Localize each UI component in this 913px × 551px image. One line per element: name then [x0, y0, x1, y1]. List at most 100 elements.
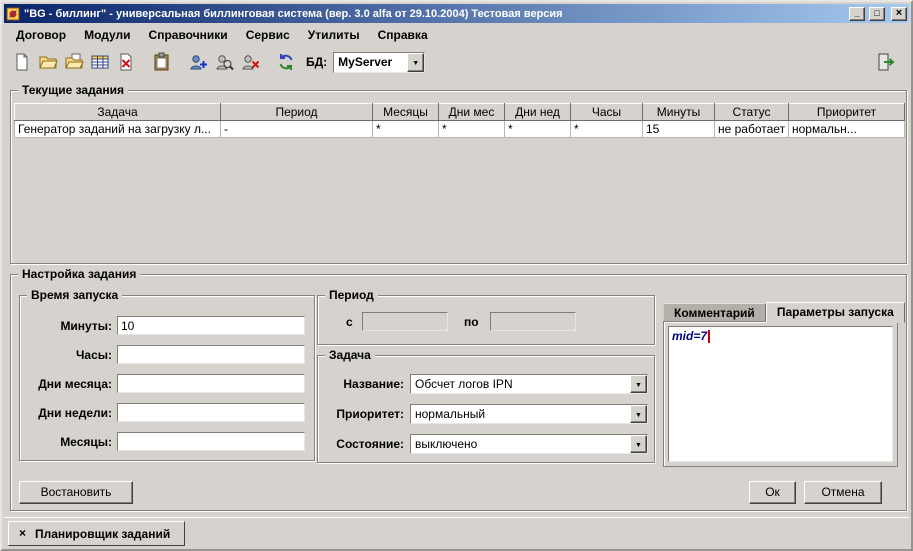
maximize-icon: □: [874, 8, 879, 18]
paste-button[interactable]: [150, 50, 174, 74]
refresh-icon: [276, 52, 296, 72]
db-label: БД:: [306, 55, 327, 69]
toolbar: БД: MyServer ▼: [5, 47, 908, 77]
cell-months: *: [373, 121, 439, 138]
title-bar: "BG - биллинг" - универсальная биллингов…: [4, 4, 909, 23]
delete-document-icon: [116, 52, 136, 72]
open-folder-icon: [38, 52, 58, 72]
delete-user-button[interactable]: [238, 50, 262, 74]
column-header-monthdays[interactable]: Дни мес: [439, 104, 505, 121]
menu-dogovor[interactable]: Договор: [7, 26, 75, 44]
minimize-icon: _: [854, 8, 859, 18]
find-user-button[interactable]: [212, 50, 236, 74]
hours-input[interactable]: [117, 345, 305, 364]
table-icon: [90, 52, 110, 72]
launch-time-title: Время запуска: [27, 288, 122, 302]
ok-button[interactable]: Ок: [749, 481, 796, 504]
months-input[interactable]: [117, 432, 305, 451]
tab-strip: Комментарий Параметры запуска: [663, 301, 898, 322]
period-from-label: с: [346, 315, 353, 329]
monthdays-input[interactable]: [117, 374, 305, 393]
hours-label: Часы:: [22, 348, 112, 362]
app-icon[interactable]: [6, 7, 20, 21]
column-header-weekdays[interactable]: Дни нед: [505, 104, 571, 121]
params-text: mid=7: [672, 329, 707, 343]
column-header-period[interactable]: Период: [221, 104, 373, 121]
table-button[interactable]: [88, 50, 112, 74]
task-group: Задача Название: Обсчет логов IPN ▼ Прио…: [317, 355, 655, 463]
text-caret: [708, 330, 710, 343]
tab-scheduler[interactable]: × Планировщик заданий: [8, 521, 185, 546]
task-state-label: Состояние:: [320, 437, 404, 451]
bottom-tab-bar: × Планировщик заданий: [4, 517, 909, 549]
close-button[interactable]: ×: [891, 7, 907, 21]
open-button[interactable]: [36, 50, 60, 74]
params-textarea[interactable]: mid=7: [668, 326, 893, 462]
task-settings-title: Настройка задания: [18, 267, 140, 281]
open-folder-alt-icon: [64, 52, 84, 72]
exit-icon: [876, 52, 896, 72]
column-header-minutes[interactable]: Минуты: [643, 104, 715, 121]
cell-minutes: 15: [643, 121, 715, 138]
column-header-status[interactable]: Статус: [715, 104, 789, 121]
close-icon: ×: [896, 7, 902, 19]
refresh-button[interactable]: [274, 50, 298, 74]
chevron-down-icon[interactable]: ▼: [630, 435, 647, 453]
chevron-down-icon[interactable]: ▼: [407, 53, 424, 72]
restore-button[interactable]: Востановить: [19, 481, 133, 504]
chevron-down-icon[interactable]: ▼: [630, 405, 647, 423]
current-tasks-group: Текущие задания Задача Период Месяцы Дни…: [10, 90, 907, 264]
task-priority-combobox[interactable]: нормальный ▼: [410, 404, 648, 424]
params-tabpanel: Комментарий Параметры запуска mid=7: [663, 301, 898, 467]
period-to-input[interactable]: [490, 312, 576, 331]
column-header-months[interactable]: Месяцы: [373, 104, 439, 121]
tab-close-icon[interactable]: ×: [15, 526, 30, 541]
column-header-priority[interactable]: Приоритет: [789, 104, 905, 121]
task-name-combobox[interactable]: Обсчет логов IPN ▼: [410, 374, 648, 394]
db-combobox[interactable]: MyServer ▼: [333, 52, 425, 73]
open-alt-button[interactable]: [62, 50, 86, 74]
cell-priority: нормальн...: [789, 121, 905, 138]
cell-status: не работает: [715, 121, 789, 138]
toolbar-separator: [140, 62, 148, 63]
period-from-input[interactable]: [362, 312, 448, 331]
menu-bar: Договор Модули Справочники Сервис Утилит…: [5, 24, 908, 46]
task-state-value: выключено: [411, 435, 630, 453]
minimize-button[interactable]: _: [849, 7, 865, 21]
column-header-hours[interactable]: Часы: [571, 104, 643, 121]
task-title: Задача: [325, 348, 375, 362]
exit-button[interactable]: [874, 50, 898, 74]
weekdays-label: Дни недели:: [22, 406, 112, 420]
weekdays-input[interactable]: [117, 403, 305, 422]
table-row[interactable]: Генератор заданий на загрузку л... - * *…: [15, 121, 905, 138]
paste-icon: [152, 52, 172, 72]
period-group: Период с по: [317, 295, 655, 345]
menu-moduli[interactable]: Модули: [75, 26, 139, 44]
chevron-down-icon[interactable]: ▼: [630, 375, 647, 393]
cell-hours: *: [571, 121, 643, 138]
tab-comment[interactable]: Комментарий: [663, 303, 766, 322]
menu-utility[interactable]: Утилиты: [299, 26, 369, 44]
task-priority-label: Приоритет:: [320, 407, 404, 421]
tab-launch-params[interactable]: Параметры запуска: [766, 302, 905, 323]
task-settings-group: Настройка задания Время запуска Минуты: …: [10, 274, 907, 511]
months-label: Месяцы:: [22, 435, 112, 449]
minutes-input[interactable]: [117, 316, 305, 335]
maximize-button[interactable]: □: [869, 7, 885, 21]
menu-spravka[interactable]: Справка: [369, 26, 437, 44]
cell-weekdays: *: [505, 121, 571, 138]
launch-time-group: Время запуска Минуты: Часы: Дни месяца: …: [19, 295, 315, 461]
task-name-label: Название:: [320, 377, 404, 391]
add-user-button[interactable]: [186, 50, 210, 74]
menu-servis[interactable]: Сервис: [237, 26, 299, 44]
app-window: "BG - биллинг" - универсальная биллингов…: [0, 0, 913, 551]
cancel-button[interactable]: Отмена: [804, 481, 882, 504]
task-state-combobox[interactable]: выключено ▼: [410, 434, 648, 454]
toolbar-separator: [176, 62, 184, 63]
menu-spravochniki[interactable]: Справочники: [140, 26, 237, 44]
delete-document-button[interactable]: [114, 50, 138, 74]
task-priority-value: нормальный: [411, 405, 630, 423]
column-header-task[interactable]: Задача: [15, 104, 221, 121]
new-document-button[interactable]: [10, 50, 34, 74]
toolbar-separator: [264, 62, 272, 63]
